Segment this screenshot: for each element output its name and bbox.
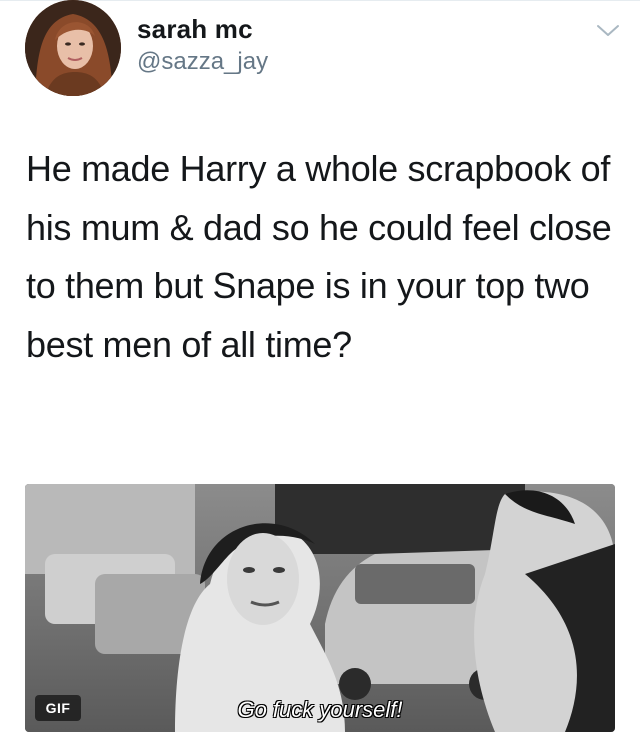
chevron-down-icon[interactable]	[595, 20, 621, 40]
author-handle[interactable]: @sazza_jay	[137, 48, 268, 76]
avatar-image	[25, 0, 121, 96]
author-name[interactable]: sarah mc	[137, 14, 253, 45]
tweet-text: He made Harry a whole scrapbook of his m…	[26, 148, 612, 365]
avatar[interactable]	[25, 0, 121, 96]
gif-still-image	[25, 484, 615, 732]
gif-caption: Go fuck yourself!	[237, 697, 403, 722]
tweet-media-gif[interactable]: GIF Go fuck yourself!	[25, 484, 615, 732]
top-divider	[0, 0, 640, 1]
